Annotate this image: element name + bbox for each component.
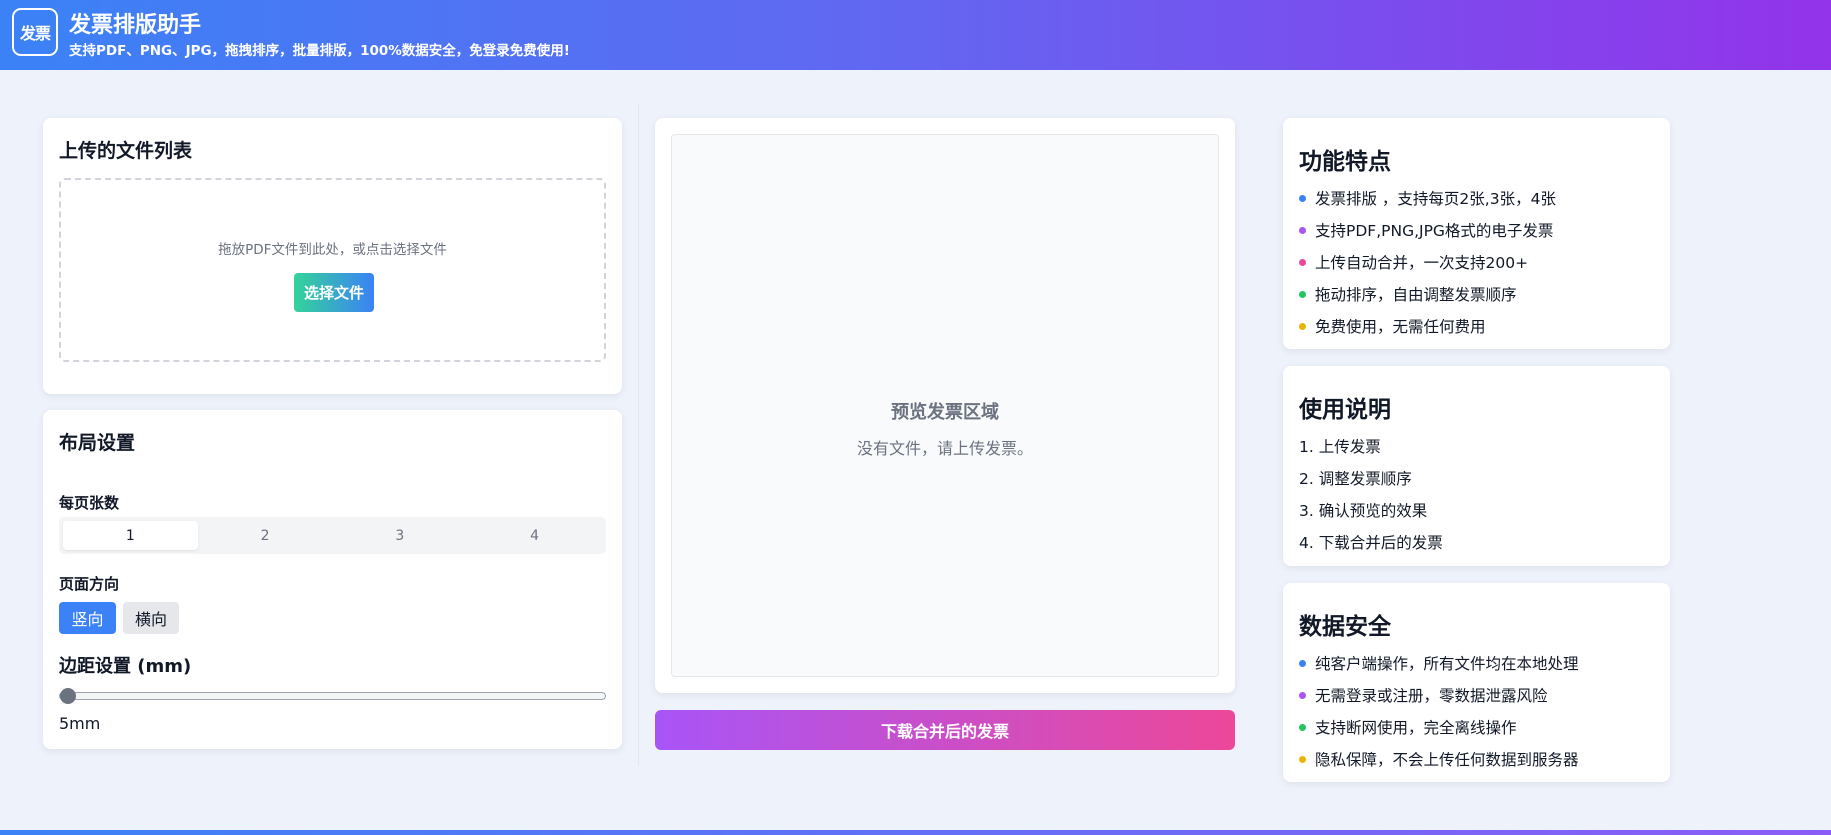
margin-slider[interactable] [59,692,606,700]
list-item: 支持PDF,PNG,JPG格式的电子发票 [1299,214,1556,246]
list-item: 拖动排序，自由调整发票顺序 [1299,278,1556,310]
layout-settings-title: 布局设置 [59,432,136,454]
margin-slider-thumb[interactable] [60,688,76,704]
security-card: 数据安全 纯客户端操作，所有文件均在本地处理 无需登录或注册，零数据泄露风险 支… [1283,583,1670,782]
features-card: 功能特点 发票排版 ，支持每页2张,3张，4张 支持PDF,PNG,JPG格式的… [1283,118,1670,349]
app-logo: 发票 [12,8,58,56]
preview-area: 预览发票区域 没有文件，请上传发票。 [671,134,1219,677]
bullet-dot-icon [1299,322,1306,330]
per-page-option-2[interactable]: 2 [198,521,333,550]
layout-settings-card: 布局设置 每页张数 1 2 3 4 页面方向 竖向 横向 边距设置 (mm) 5… [43,410,622,749]
bullet-dot-icon [1299,691,1306,699]
select-file-button[interactable]: 选择文件 [294,273,374,312]
app-subtitle: 支持PDF、PNG、JPG，拖拽排序，批量排版，100%数据安全，免登录免费使用… [69,43,570,59]
features-list: 发票排版 ，支持每页2张,3张，4张 支持PDF,PNG,JPG格式的电子发票 … [1299,182,1556,342]
list-item: 4. 下载合并后的发票 [1299,534,1443,552]
usage-card: 使用说明 1. 上传发票 2. 调整发票顺序 3. 确认预览的效果 4. 下载合… [1283,366,1670,566]
column-divider [638,104,639,766]
security-title: 数据安全 [1299,614,1391,640]
usage-list: 1. 上传发票 2. 调整发票顺序 3. 确认预览的效果 4. 下载合并后的发票 [1299,430,1443,558]
orientation-landscape-button[interactable]: 横向 [123,602,179,634]
upload-card: 上传的文件列表 拖放PDF文件到此处，或点击选择文件 选择文件 [43,118,622,394]
bullet-dot-icon [1299,258,1306,266]
per-page-option-4[interactable]: 4 [467,521,602,550]
app-header: 发票 发票排版助手 支持PDF、PNG、JPG，拖拽排序，批量排版，100%数据… [0,0,1831,70]
list-item: 2. 调整发票顺序 [1299,470,1412,488]
margin-value: 5mm [59,714,101,733]
bullet-dot-icon [1299,659,1306,667]
per-page-option-1[interactable]: 1 [63,521,198,550]
per-page-selector: 1 2 3 4 [59,517,606,554]
list-item: 支持断网使用，完全离线操作 [1299,711,1579,743]
bullet-dot-icon [1299,755,1306,763]
bullet-dot-icon [1299,226,1306,234]
list-item: 3. 确认预览的效果 [1299,502,1428,520]
security-list: 纯客户端操作，所有文件均在本地处理 无需登录或注册，零数据泄露风险 支持断网使用… [1299,647,1579,775]
list-item: 纯客户端操作，所有文件均在本地处理 [1299,647,1579,679]
orientation-portrait-button[interactable]: 竖向 [59,602,116,634]
list-item: 隐私保障，不会上传任何数据到服务器 [1299,743,1579,775]
preview-title: 预览发票区域 [891,402,999,423]
list-item: 上传自动合并，一次支持200+ [1299,246,1556,278]
margin-label: 边距设置 (mm) [59,656,192,677]
list-item: 免费使用，无需任何费用 [1299,310,1556,342]
list-item: 无需登录或注册，零数据泄露风险 [1299,679,1579,711]
file-dropzone[interactable]: 拖放PDF文件到此处，或点击选择文件 选择文件 [59,178,606,362]
preview-card: 预览发票区域 没有文件，请上传发票。 [655,118,1235,693]
features-title: 功能特点 [1299,149,1391,175]
bullet-dot-icon [1299,723,1306,731]
drop-hint: 拖放PDF文件到此处，或点击选择文件 [218,242,447,258]
footer-bar [0,830,1831,835]
per-page-label: 每页张数 [59,494,120,512]
list-item: 1. 上传发票 [1299,438,1381,456]
orientation-label: 页面方向 [59,575,120,593]
app-title: 发票排版助手 [69,13,202,38]
bullet-dot-icon [1299,290,1306,298]
download-merged-button[interactable]: 下载合并后的发票 [655,710,1235,750]
list-item: 发票排版 ，支持每页2张,3张，4张 [1299,182,1556,214]
preview-empty-message: 没有文件，请上传发票。 [856,439,1033,458]
bullet-dot-icon [1299,194,1306,202]
upload-card-title: 上传的文件列表 [59,140,193,162]
usage-title: 使用说明 [1299,397,1391,423]
per-page-option-3[interactable]: 3 [333,521,468,550]
